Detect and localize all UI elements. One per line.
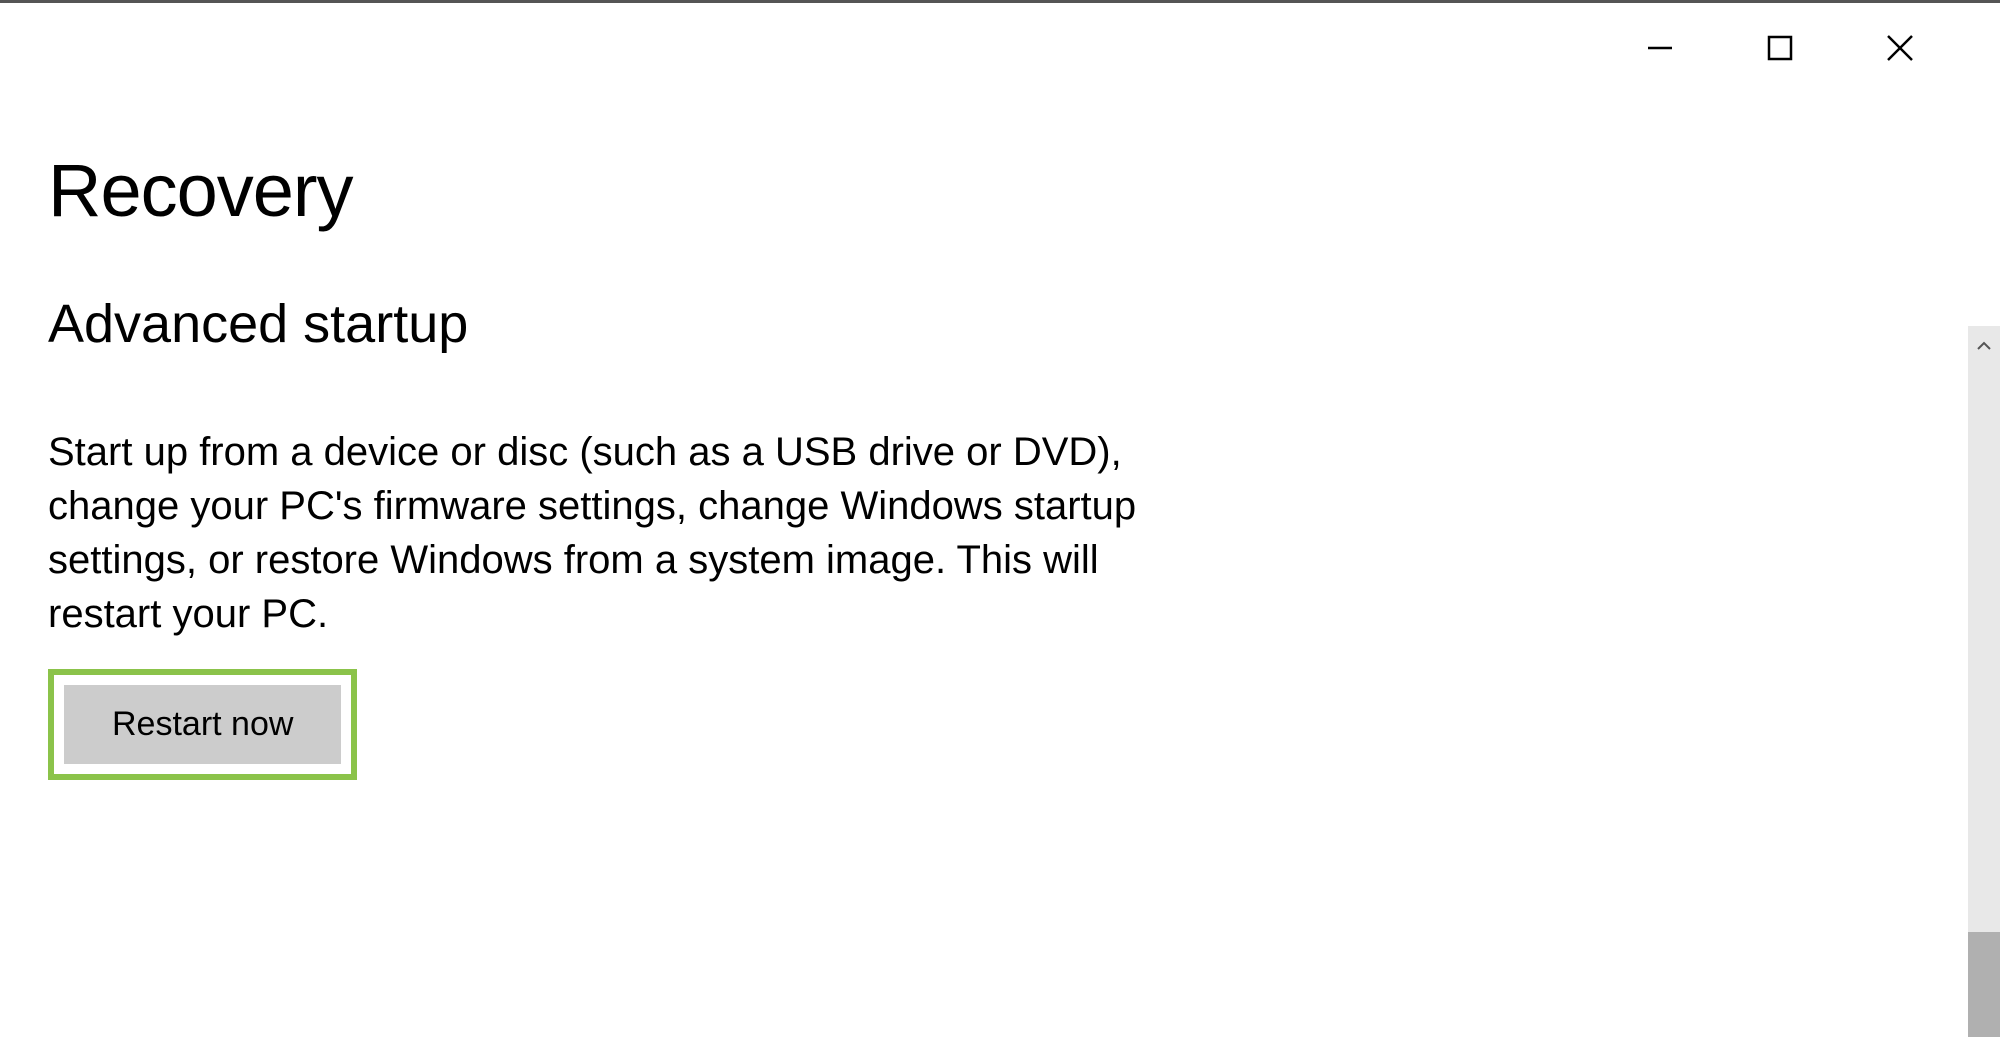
section-description: Start up from a device or disc (such as … xyxy=(48,425,1188,641)
page-title: Recovery xyxy=(48,148,1422,233)
minimize-icon xyxy=(1646,34,1674,62)
maximize-icon xyxy=(1767,35,1793,61)
window-controls xyxy=(1600,3,2000,93)
scrollbar-thumb[interactable] xyxy=(1968,932,2000,1037)
scrollbar-track[interactable] xyxy=(1968,326,2000,1037)
minimize-button[interactable] xyxy=(1600,8,1720,88)
restart-now-button[interactable]: Restart now xyxy=(64,685,341,764)
close-icon xyxy=(1885,33,1915,63)
button-highlight: Restart now xyxy=(48,669,357,780)
section-title: Advanced startup xyxy=(48,293,1422,355)
vertical-scrollbar xyxy=(1968,11,2000,1037)
chevron-up-icon xyxy=(1976,341,1992,351)
scrollbar-up-button[interactable] xyxy=(1968,326,2000,366)
maximize-button[interactable] xyxy=(1720,8,1840,88)
close-button[interactable] xyxy=(1840,8,1960,88)
content-area: Recovery Advanced startup Start up from … xyxy=(0,3,1470,780)
